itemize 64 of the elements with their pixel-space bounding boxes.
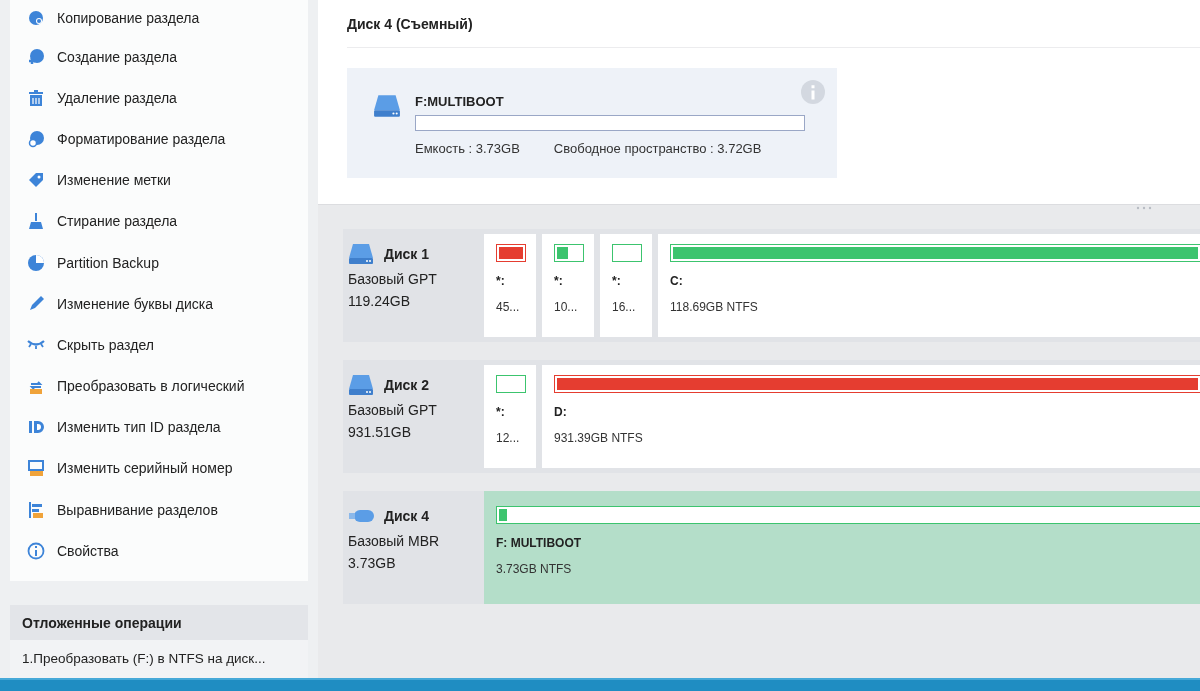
sidebar-item[interactable]: Изменение буквы диска [10, 283, 308, 325]
sidebar-item[interactable]: Преобразовать в логический [10, 365, 308, 407]
sidebar-item[interactable]: Скрыть раздел [10, 324, 308, 366]
disk-name: Диск 4 [384, 508, 430, 524]
partition-label: *: [612, 274, 622, 288]
sidebar-item[interactable]: Копирование раздела [10, 0, 308, 36]
partition-label: *: [554, 274, 564, 288]
info-icon[interactable] [799, 80, 827, 104]
partition-block[interactable]: *: 12... [484, 365, 536, 468]
sidebar-item[interactable]: Форматирование раздела [10, 118, 308, 160]
sidebar-item[interactable]: Свойства [10, 530, 308, 572]
partition-size: 931.39GB NTFS [554, 431, 644, 445]
align-icon [27, 500, 45, 519]
sidebar-item[interactable]: Изменение метки [10, 159, 308, 201]
partition-label: D: [554, 405, 568, 419]
free-space-text: Свободное пространство : 3.72GB [553, 141, 762, 156]
sidebar-item[interactable]: Изменить тип ID раздела [10, 406, 308, 448]
partition-size: 45... [496, 300, 521, 314]
partition-label: *: [496, 405, 506, 419]
sidebar-item[interactable]: Partition Backup [10, 241, 308, 284]
pencil-icon [27, 294, 45, 313]
pie-icon [27, 253, 45, 272]
capacity-text: Емкость : 3.73GB [415, 141, 520, 156]
sidebar-item[interactable]: Создание раздела [10, 36, 308, 78]
trash-icon [27, 88, 45, 107]
pending-operations-header: Отложенные операции [10, 605, 308, 640]
disk-type: Базовый MBR [348, 533, 441, 549]
hard-drive-icon [348, 243, 374, 265]
partition-label: C: [670, 274, 684, 288]
disk-title: Диск 4 (Съемный) [347, 0, 1200, 48]
disk-size: 119.24GB [348, 293, 411, 309]
partition-block[interactable]: C: 118.69GB NTFS [658, 234, 1200, 337]
partition-size: 12... [496, 431, 521, 445]
tag-icon [27, 171, 45, 190]
pending-operation-item[interactable]: 1.Преобразовать (F:) в NTFS на диск... [10, 639, 308, 678]
info-icon [27, 541, 45, 560]
disk-name: Диск 1 [384, 246, 430, 262]
sidebar-item[interactable]: Изменить серийный номер [10, 447, 308, 490]
sidebar-item[interactable]: Стирание раздела [10, 200, 308, 242]
volume-name: F:MULTIBOOT [415, 94, 505, 109]
disk-type: Базовый GPT [348, 271, 438, 287]
hard-drive-icon [348, 374, 374, 396]
disk-name: Диск 2 [384, 377, 430, 393]
partition-size: 16... [612, 300, 637, 314]
partition-block[interactable]: D: 931.39GB NTFS [542, 365, 1200, 468]
sidebar-item[interactable]: Выравнивание разделов [10, 489, 308, 531]
partition-size: 118.69GB NTFS [670, 300, 759, 314]
disk-size: 3.73GB [348, 555, 397, 571]
partition-size: 3.73GB NTFS [496, 562, 573, 576]
partition-label: F: MULTIBOOT [496, 536, 583, 550]
partition-size: 10... [554, 300, 579, 314]
eye-closed-icon [27, 339, 45, 351]
disk-size: 931.51GB [348, 424, 413, 440]
volume-card[interactable]: F:MULTIBOOT Емкость : 3.73GB Свободное пространство : 3.72GB [347, 68, 837, 178]
sidebar-item[interactable]: Удаление раздела [10, 77, 308, 119]
partition-block[interactable]: *: 10... [542, 234, 594, 337]
splitter-handle-icon[interactable] [1134, 205, 1154, 211]
partition-block[interactable]: *: 16... [600, 234, 652, 337]
partition-block[interactable]: *: 45... [484, 234, 536, 337]
partition-block[interactable]: F: MULTIBOOT 3.73GB NTFS [484, 491, 1200, 604]
disk-type: Базовый GPT [348, 402, 438, 418]
brush-icon [27, 212, 45, 231]
partition-label: *: [496, 274, 506, 288]
hard-drive-icon [373, 94, 401, 118]
